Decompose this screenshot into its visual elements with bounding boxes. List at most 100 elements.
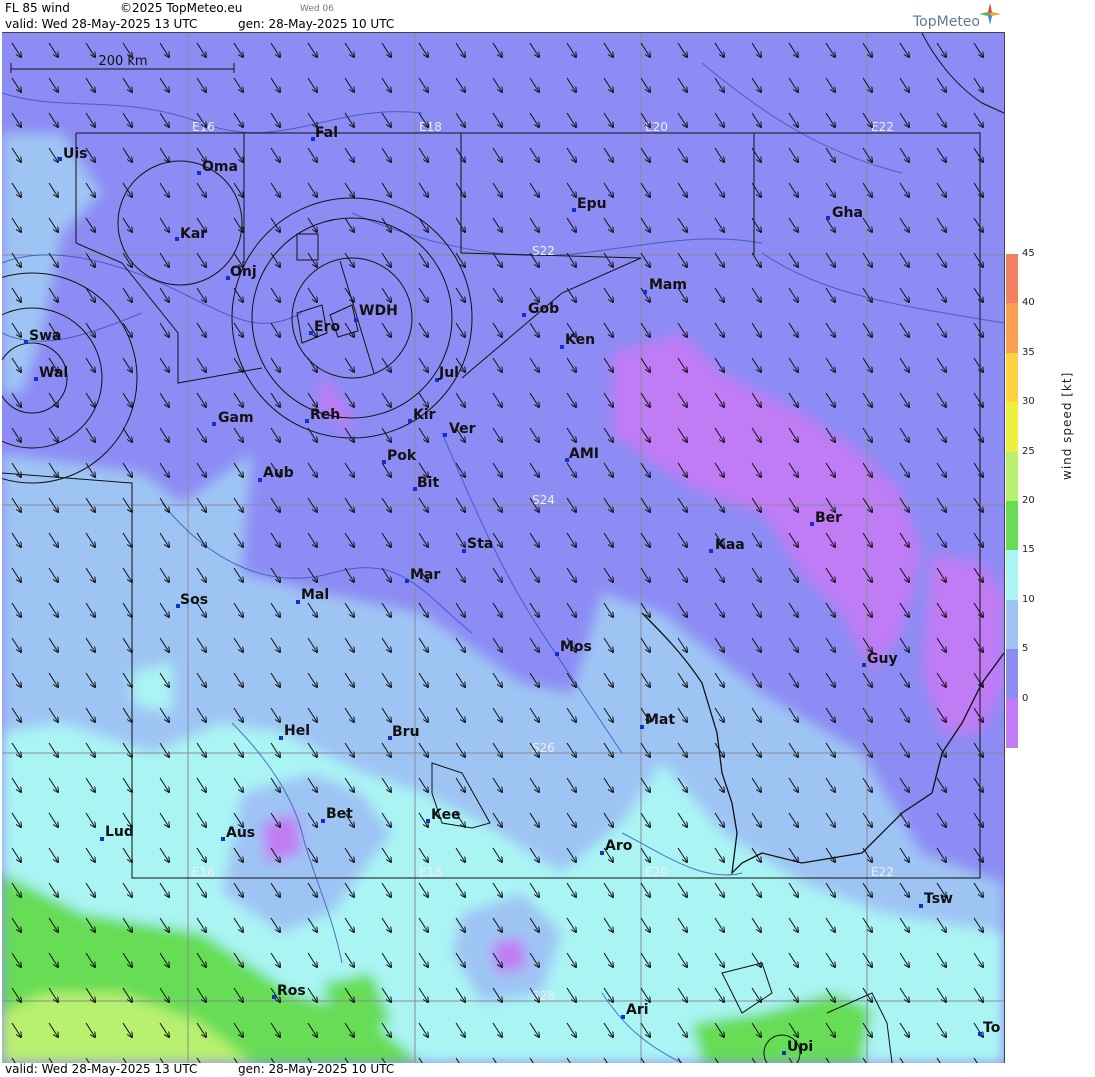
place-tsw[interactable]: Tsw: [919, 891, 953, 908]
place-oma[interactable]: Oma: [197, 159, 238, 175]
place-aro[interactable]: Aro: [600, 838, 633, 855]
wind-map[interactable]: 200 km E16 E18 E20 E22 E16 E18 E20 E22 S…: [2, 32, 1005, 1063]
svg-text:Mos: Mos: [560, 639, 592, 655]
place-guy[interactable]: Guy: [862, 651, 898, 667]
svg-text:WDH: WDH: [359, 303, 398, 319]
legend-color-bar: [1006, 254, 1018, 748]
svg-text:Reh: Reh: [310, 407, 340, 423]
place-sos[interactable]: Sos: [176, 592, 208, 608]
svg-text:Jul: Jul: [438, 365, 459, 381]
place-mos[interactable]: Mos: [555, 639, 592, 656]
svg-text:Mam: Mam: [649, 277, 687, 293]
product-title: FL 85 wind: [5, 1, 70, 15]
legend-tick-label: 5: [1022, 643, 1029, 655]
place-ero[interactable]: Ero: [309, 319, 340, 335]
legend-color-segment: [1006, 402, 1018, 452]
place-uis[interactable]: Uis: [58, 146, 88, 162]
legend-tick-label: 30: [1022, 396, 1035, 408]
svg-text:AMI: AMI: [569, 446, 599, 462]
lat-label: S26: [532, 741, 555, 755]
wind-map-page: FL 85 wind ©2025 TopMeteo.eu Wed 06 vali…: [0, 0, 1095, 1077]
svg-text:Kar: Kar: [180, 226, 207, 242]
legend-tick-label: 45: [1022, 248, 1035, 259]
svg-text:Kir: Kir: [413, 407, 436, 423]
svg-text:Aro: Aro: [605, 838, 633, 854]
lon-label: E18: [419, 120, 442, 134]
svg-text:To: To: [983, 1020, 1001, 1036]
svg-text:Aub: Aub: [263, 465, 294, 481]
svg-text:Bet: Bet: [326, 806, 353, 822]
legend-tick-label: 40: [1022, 297, 1035, 309]
svg-text:Guy: Guy: [867, 651, 898, 667]
place-ber[interactable]: Ber: [810, 510, 842, 526]
place-fal[interactable]: Fal: [311, 125, 338, 141]
lon-label: E22: [871, 865, 894, 879]
footer-valid-time: valid: Wed 28-May-2025 13 UTC: [5, 1062, 198, 1076]
compass-star-icon: [979, 3, 1001, 25]
place-sta[interactable]: Sta: [462, 536, 493, 553]
place-reh[interactable]: Reh: [305, 407, 340, 423]
svg-text:Uis: Uis: [63, 146, 88, 162]
place-gam[interactable]: Gam: [212, 410, 254, 426]
copyright-text: ©2025 TopMeteo.eu: [120, 1, 243, 15]
svg-text:Kee: Kee: [431, 807, 461, 823]
legend-color-segment: [1006, 698, 1018, 748]
place-mat[interactable]: Mat: [640, 712, 675, 729]
footer-generation-time: gen: 28-May-2025 10 UTC: [238, 1062, 395, 1076]
place-bet[interactable]: Bet: [321, 806, 353, 823]
valid-time: valid: Wed 28-May-2025 13 UTC: [5, 17, 198, 31]
place-ken[interactable]: Ken: [560, 332, 595, 349]
place-kee[interactable]: Kee: [426, 807, 461, 823]
svg-text:Onj: Onj: [230, 264, 257, 280]
svg-text:Oma: Oma: [202, 159, 238, 175]
place-lud[interactable]: Lud: [100, 824, 134, 841]
place-upi[interactable]: Upi: [782, 1039, 813, 1055]
place-mal[interactable]: Mal: [296, 587, 329, 604]
place-gob[interactable]: Gob: [522, 301, 559, 317]
place-bru[interactable]: Bru: [388, 724, 420, 740]
svg-text:Ari: Ari: [626, 1002, 649, 1018]
map-footer: valid: Wed 28-May-2025 13 UTC gen: 28-Ma…: [0, 1062, 1004, 1077]
svg-text:Aus: Aus: [226, 825, 255, 841]
place-mar[interactable]: Mar: [405, 567, 440, 583]
topmeteo-logo: TopMeteo: [913, 14, 980, 30]
place-ros[interactable]: Ros: [272, 983, 306, 999]
place-wal[interactable]: Wal: [34, 365, 68, 381]
day-code: Wed 06: [300, 4, 334, 14]
place-hel[interactable]: Hel: [279, 723, 310, 740]
lon-label: E16: [192, 865, 215, 879]
svg-text:Mar: Mar: [410, 567, 440, 583]
lon-label: E20: [645, 865, 668, 879]
svg-text:Sos: Sos: [180, 592, 208, 608]
legend-color-segment: [1006, 550, 1018, 600]
place-ami[interactable]: AMI: [565, 446, 599, 462]
wind-speed-legend: 45 40 35 30 25 20 15 10 5 0 wind speed [kt]: [1004, 248, 1095, 760]
svg-text:Mal: Mal: [301, 587, 329, 603]
legend-tick-label: 25: [1022, 445, 1035, 457]
legend-tick-label: 10: [1022, 593, 1035, 605]
legend-tick-label: 15: [1022, 544, 1035, 556]
legend-color-segment: [1006, 599, 1018, 650]
place-mam[interactable]: Mam: [643, 277, 687, 294]
place-gha[interactable]: Gha: [826, 205, 863, 221]
place-aub[interactable]: Aub: [258, 465, 294, 482]
legend-color-segment: [1006, 649, 1018, 699]
wind-speed-field: [2, 33, 1004, 1063]
lon-label: E18: [419, 865, 442, 879]
place-kaa[interactable]: Kaa: [709, 537, 745, 553]
place-kir[interactable]: Kir: [408, 407, 436, 423]
place-jul[interactable]: Jul: [435, 365, 459, 382]
svg-text:Gob: Gob: [528, 301, 559, 317]
place-bit[interactable]: Bit: [413, 475, 439, 491]
place-kar[interactable]: Kar: [175, 226, 207, 242]
place-ari[interactable]: Ari: [621, 1002, 649, 1019]
legend-title: wind speed [kt]: [1060, 371, 1074, 480]
place-pok[interactable]: Pok: [382, 448, 417, 464]
place-epu[interactable]: Epu: [572, 196, 607, 212]
place-aus[interactable]: Aus: [221, 825, 255, 841]
svg-text:Upi: Upi: [787, 1039, 813, 1055]
legend-tick-label: 35: [1022, 346, 1035, 358]
svg-text:Sta: Sta: [467, 536, 493, 552]
place-swa[interactable]: Swa: [24, 328, 61, 344]
place-onj[interactable]: Onj: [226, 264, 257, 280]
